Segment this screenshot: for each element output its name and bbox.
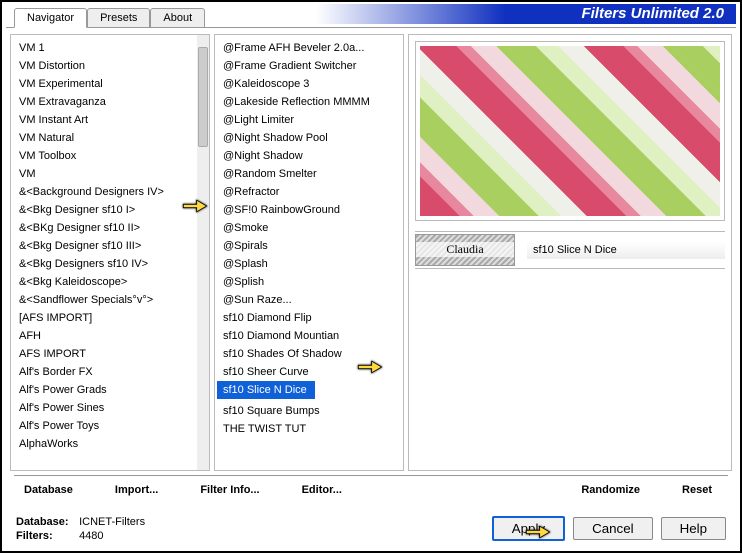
tab-strip: Navigator Presets About xyxy=(14,8,205,28)
filter-item[interactable]: sf10 Sheer Curve xyxy=(217,363,389,381)
tab-presets[interactable]: Presets xyxy=(87,8,150,28)
editor-button[interactable]: Editor... xyxy=(292,482,352,498)
tab-navigator[interactable]: Navigator xyxy=(14,8,87,28)
category-item[interactable]: VM Extravaganza xyxy=(13,93,195,111)
category-item[interactable]: VM xyxy=(13,165,195,183)
filter-item[interactable]: sf10 Diamond Flip xyxy=(217,309,389,327)
category-item[interactable]: VM Experimental xyxy=(13,75,195,93)
import-button[interactable]: Import... xyxy=(105,482,168,498)
filter-item[interactable]: sf10 Slice N Dice xyxy=(217,381,315,399)
app-title: Filters Unlimited 2.0 xyxy=(316,4,736,24)
category-item[interactable]: &<BKg Designer sf10 II> xyxy=(13,219,195,237)
filter-item[interactable]: @Light Limiter xyxy=(217,111,389,129)
status-database-value: ICNET-Filters xyxy=(79,516,145,528)
category-item[interactable]: &<Sandflower Specials°v°> xyxy=(13,291,195,309)
category-item[interactable]: VM 1 xyxy=(13,39,195,57)
filter-item[interactable]: @Splish xyxy=(217,273,389,291)
filter-item[interactable]: @Random Smelter xyxy=(217,165,389,183)
category-item[interactable]: AFH xyxy=(13,327,195,345)
action-buttons: Apply Cancel Help xyxy=(492,516,726,541)
category-item[interactable]: VM Distortion xyxy=(13,57,195,75)
filter-item[interactable]: @Night Shadow Pool xyxy=(217,129,389,147)
filter-item[interactable]: @Lakeside Reflection MMMM xyxy=(217,93,389,111)
category-item[interactable]: AFS IMPORT xyxy=(13,345,195,363)
database-button[interactable]: Database xyxy=(14,482,83,498)
category-item[interactable]: VM Natural xyxy=(13,129,195,147)
filter-item[interactable]: sf10 Square Bumps xyxy=(217,402,389,420)
status-bar: Database: ICNET-Filters Filters: 4480 xyxy=(16,515,145,543)
category-item[interactable]: Alf's Border FX xyxy=(13,363,195,381)
filter-item[interactable]: sf10 Diamond Mountian xyxy=(217,327,389,345)
category-item[interactable]: &<Bkg Designer sf10 I> xyxy=(13,201,195,219)
category-item[interactable]: [AFS IMPORT] xyxy=(13,309,195,327)
filter-item[interactable]: sf10 Shades Of Shadow xyxy=(217,345,389,363)
tab-about[interactable]: About xyxy=(150,8,205,28)
category-item[interactable]: VM Instant Art xyxy=(13,111,195,129)
filter-item[interactable]: @Frame AFH Beveler 2.0a... xyxy=(217,39,389,57)
category-item[interactable]: VM Toolbox xyxy=(13,147,195,165)
preview-panel: sf10 Slice N Dice xyxy=(408,34,732,471)
status-filters-label: Filters: xyxy=(16,529,76,543)
category-item[interactable]: &<Bkg Designers sf10 IV> xyxy=(13,255,195,273)
category-item[interactable]: Alf's Power Sines xyxy=(13,399,195,417)
filter-item[interactable]: @Sun Raze... xyxy=(217,291,389,309)
filter-thumbnail-icon xyxy=(415,234,515,266)
category-scrollbar[interactable] xyxy=(197,35,209,470)
filter-info-button[interactable]: Filter Info... xyxy=(190,482,269,498)
selected-filter-name: sf10 Slice N Dice xyxy=(527,241,725,259)
filter-item[interactable]: @Kaleidoscope 3 xyxy=(217,75,389,93)
category-item[interactable]: &<Bkg Designer sf10 III> xyxy=(13,237,195,255)
filter-item[interactable]: @SF!0 RainbowGround xyxy=(217,201,389,219)
reset-button[interactable]: Reset xyxy=(672,482,722,498)
status-filters-value: 4480 xyxy=(79,530,103,542)
filter-item[interactable]: @Spirals xyxy=(217,237,389,255)
category-item[interactable]: Alf's Power Grads xyxy=(13,381,195,399)
filter-item[interactable]: THE TWIST TUT xyxy=(217,420,389,438)
status-database-label: Database: xyxy=(16,515,76,529)
apply-button[interactable]: Apply xyxy=(492,516,565,541)
filter-list[interactable]: @Frame AFH Beveler 2.0a...@Frame Gradien… xyxy=(214,34,404,471)
help-button[interactable]: Help xyxy=(661,517,726,540)
preview-image xyxy=(415,41,725,221)
filter-item[interactable]: @Smoke xyxy=(217,219,389,237)
bottom-toolbar: Database Import... Filter Info... Editor… xyxy=(14,475,728,499)
randomize-button[interactable]: Randomize xyxy=(571,482,650,498)
category-item[interactable]: Alf's Power Toys xyxy=(13,417,195,435)
selected-filter-row: sf10 Slice N Dice xyxy=(415,231,725,269)
category-item[interactable]: &<Background Designers IV> xyxy=(13,183,195,201)
filter-item[interactable]: @Night Shadow xyxy=(217,147,389,165)
filter-item[interactable]: @Refractor xyxy=(217,183,389,201)
category-item[interactable]: &<Bkg Kaleidoscope> xyxy=(13,273,195,291)
filter-item[interactable]: @Frame Gradient Switcher xyxy=(217,57,389,75)
cancel-button[interactable]: Cancel xyxy=(573,517,653,540)
category-item[interactable]: AlphaWorks xyxy=(13,435,195,453)
main-panel: VM 1VM DistortionVM ExperimentalVM Extra… xyxy=(10,34,732,471)
filter-item[interactable]: @Splash xyxy=(217,255,389,273)
category-list[interactable]: VM 1VM DistortionVM ExperimentalVM Extra… xyxy=(10,34,210,471)
